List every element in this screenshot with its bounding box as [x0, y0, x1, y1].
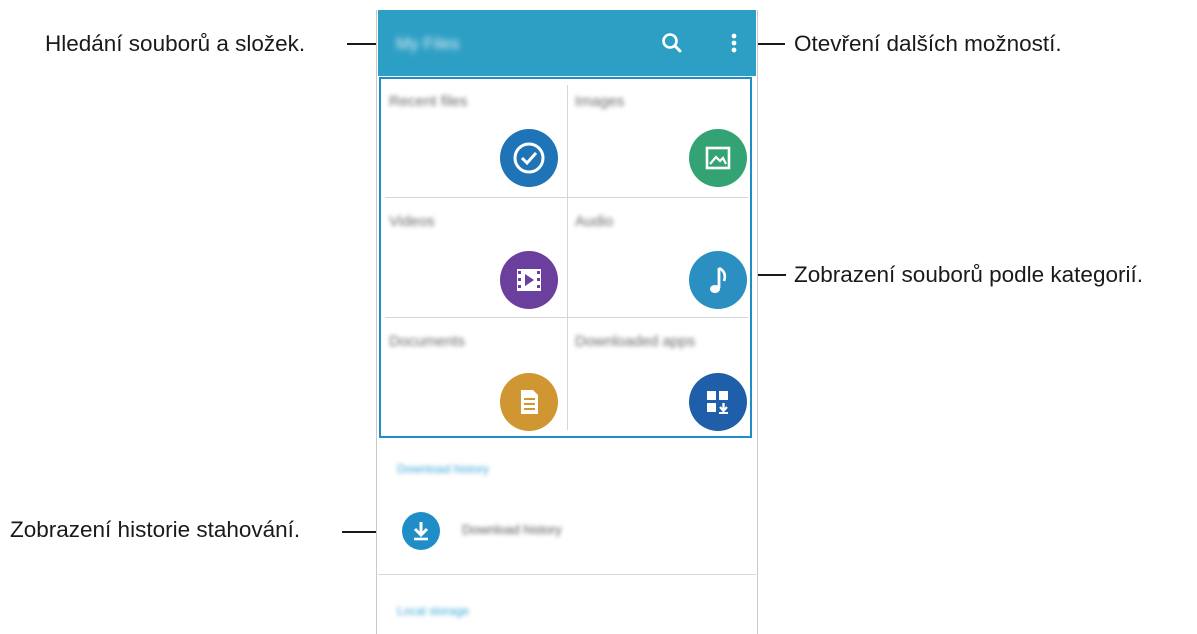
video-icon [500, 251, 558, 309]
callout-more: Otevření dalších možností. [794, 31, 1062, 56]
download-history-label: Download history [462, 522, 562, 537]
category-label: Recent files [389, 93, 468, 110]
category-audio[interactable]: Audio [567, 199, 752, 318]
category-videos[interactable]: Videos [381, 199, 566, 318]
callout-download-history: Zobrazení historie stahování. [10, 517, 301, 542]
category-label: Audio [575, 213, 614, 230]
category-label: Documents [389, 333, 465, 350]
categories-grid: Recent files Images Videos Audio Documen… [379, 77, 752, 438]
divider [378, 574, 756, 575]
music-note-icon [689, 251, 747, 309]
app-title: My Files [396, 34, 460, 53]
more-options-button[interactable] [720, 29, 748, 57]
app-bar: My Files [378, 10, 756, 76]
callout-line-categories [754, 274, 786, 276]
category-label: Videos [389, 213, 435, 230]
image-icon [689, 129, 747, 187]
more-vert-icon [731, 33, 737, 53]
category-label: Images [575, 93, 625, 110]
callout-categories: Zobrazení souborů podle kategorií. [794, 262, 1143, 287]
document-icon [500, 373, 558, 431]
category-downloaded-apps[interactable]: Downloaded apps [567, 319, 752, 438]
local-storage-section-header: Local storage [397, 604, 470, 618]
category-label: Downloaded apps [575, 333, 696, 350]
callout-search: Hledání souborů a složek. [45, 31, 306, 56]
download-history-section-header: Download history [397, 462, 490, 476]
category-recent-files[interactable]: Recent files [381, 79, 566, 198]
download-icon [402, 512, 440, 550]
clock-icon [500, 129, 558, 187]
category-documents[interactable]: Documents [381, 319, 566, 438]
search-icon [662, 33, 682, 53]
download-apps-icon [689, 373, 747, 431]
category-images[interactable]: Images [567, 79, 752, 198]
search-button[interactable] [658, 29, 686, 57]
download-history-item[interactable]: Download history [378, 498, 756, 564]
